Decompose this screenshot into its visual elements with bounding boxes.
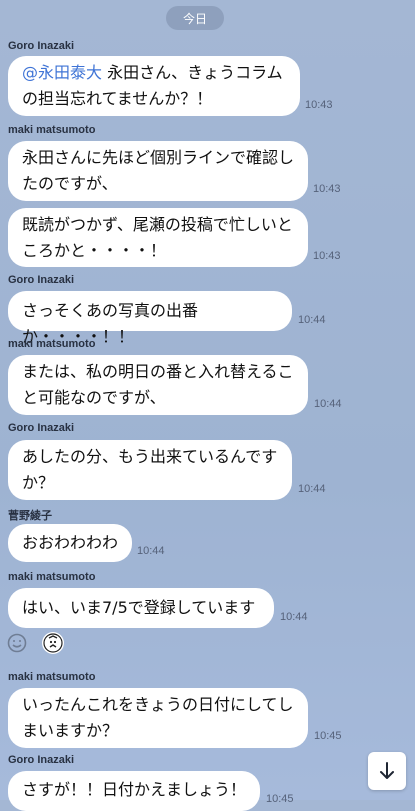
message-bubble[interactable]: はい、いま7/5で登録しています [8,588,274,628]
sender-name: maki matsumoto [8,571,96,583]
message-time: 10:45 [266,793,294,805]
reaction-row [6,632,64,654]
mention-link[interactable]: @永田泰大 [22,63,102,82]
message-text: おおわわわわ [22,533,119,552]
message-text: 既読がつかず、尾瀬の投稿で忙しいところかと・・・・！ [22,215,293,260]
message-time: 10:45 [314,730,342,742]
message-time: 10:44 [280,611,308,623]
message-bubble[interactable]: さすが！！日付かえましょう！ [8,771,260,811]
message-text: あしたの分、もう出来ているんですか？ [22,447,278,492]
sender-name: Goro Inazaki [8,754,75,766]
message-text: または、私の明日の番と入れ替えること可能なのですが、 [22,362,294,407]
sender-name: Goro Inazaki [8,40,75,52]
message-bubble[interactable]: いったんこれをきょうの日付にしてしまいますか？ [8,688,308,748]
sender-name: maki matsumoto [8,671,96,683]
smiley-face-icon[interactable] [6,632,28,654]
message-time: 10:43 [305,99,333,111]
date-separator: 今日 [166,6,224,30]
sender-name: Goro Inazaki [8,274,75,286]
message-text: 永田さんに先ほど個別ラインで確認したのですが、 [22,148,295,193]
message-time: 10:43 [313,250,341,262]
message-bubble[interactable]: 永田さんに先ほど個別ラインで確認したのですが、 [8,141,308,201]
message-text: さすが！！日付かえましょう！ [22,780,247,799]
message-time: 10:44 [314,398,342,410]
sender-name: Goro Inazaki [8,422,75,434]
message-bubble[interactable]: 既読がつかず、尾瀬の投稿で忙しいところかと・・・・！ [8,208,308,267]
message-bubble[interactable]: あしたの分、もう出来ているんですか？ [8,440,292,500]
message-time: 10:44 [137,545,165,557]
message-bubble[interactable]: または、私の明日の番と入れ替えること可能なのですが、 [8,355,308,415]
message-text: はい、いま7/5で登録しています [22,598,256,617]
message-bubble[interactable]: さっそくあの写真の出番か・・・・！！ [8,291,292,346]
arrow-down-icon [380,762,394,779]
sender-name: 菅野綾子 [8,510,52,522]
message-time: 10:44 [298,483,326,495]
sender-name: maki matsumoto [8,338,96,350]
character-sticker-icon[interactable] [42,632,64,654]
message-time: 10:44 [298,314,326,326]
message-bubble[interactable]: @永田泰大 永田さん、きょうコラムの担当忘れてませんか？！ [8,56,300,116]
message-bubble[interactable]: おおわわわわ [8,524,132,562]
message-time: 10:43 [313,183,341,195]
message-text: いったんこれをきょうの日付にしてしまいますか？ [22,695,294,740]
sender-name: maki matsumoto [8,124,96,136]
scroll-to-bottom-button[interactable] [368,752,406,790]
